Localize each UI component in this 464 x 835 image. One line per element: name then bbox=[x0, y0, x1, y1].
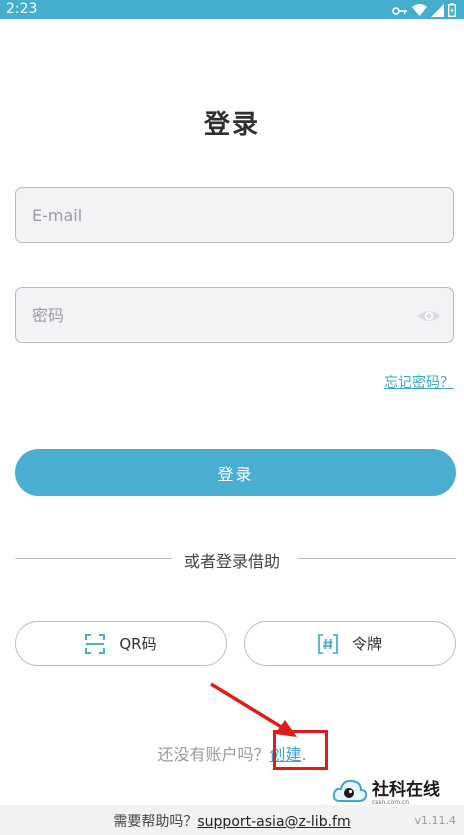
page-title: 登录 bbox=[203, 110, 260, 140]
status-time: 2:23 bbox=[6, 1, 38, 17]
help-text: 需要帮助吗？support-asia@z-lib.fm bbox=[0, 811, 464, 831]
password-field[interactable] bbox=[16, 288, 453, 342]
token-login-label: 令牌 bbox=[351, 635, 382, 653]
email-field[interactable] bbox=[16, 188, 453, 242]
watermark-text: 社科在线 bbox=[372, 779, 440, 800]
password-field-container[interactable] bbox=[15, 287, 454, 343]
signup-prompt: 还没有账户吗？ bbox=[157, 745, 270, 764]
qr-scan-icon bbox=[85, 633, 106, 654]
divider-right bbox=[298, 558, 456, 559]
wifi-icon bbox=[412, 2, 427, 21]
version-label: v1.11.4 bbox=[414, 814, 457, 827]
watermark-logo: 社科在线 cssn.com.cn bbox=[332, 776, 460, 810]
token-hash-icon bbox=[318, 633, 338, 654]
token-login-button[interactable]: 令牌 bbox=[244, 621, 456, 666]
status-icons bbox=[392, 2, 456, 21]
email-field-container[interactable] bbox=[15, 187, 454, 243]
divider-text: 或者登录借助 bbox=[183, 552, 280, 571]
help-prefix: 需要帮助吗？ bbox=[113, 814, 198, 830]
qr-login-label: QR码 bbox=[119, 635, 157, 653]
watermark-sub: cssn.com.cn bbox=[372, 798, 410, 806]
qr-login-button[interactable]: QR码 bbox=[15, 621, 227, 666]
highlight-box bbox=[273, 730, 328, 770]
key-icon bbox=[392, 2, 408, 21]
signup-row: 还没有账户吗？创建. bbox=[0, 741, 464, 765]
forgot-password-link[interactable]: 忘记密码？ bbox=[384, 372, 454, 392]
status-bar: 2:23 bbox=[0, 0, 464, 19]
support-email-link[interactable]: support-asia@z-lib.fm bbox=[197, 814, 350, 830]
cloud-eye-icon bbox=[332, 777, 368, 809]
login-button[interactable]: 登录 bbox=[15, 449, 456, 496]
eye-icon[interactable] bbox=[417, 304, 441, 332]
signal-icon bbox=[431, 2, 444, 21]
battery-icon bbox=[447, 2, 456, 21]
